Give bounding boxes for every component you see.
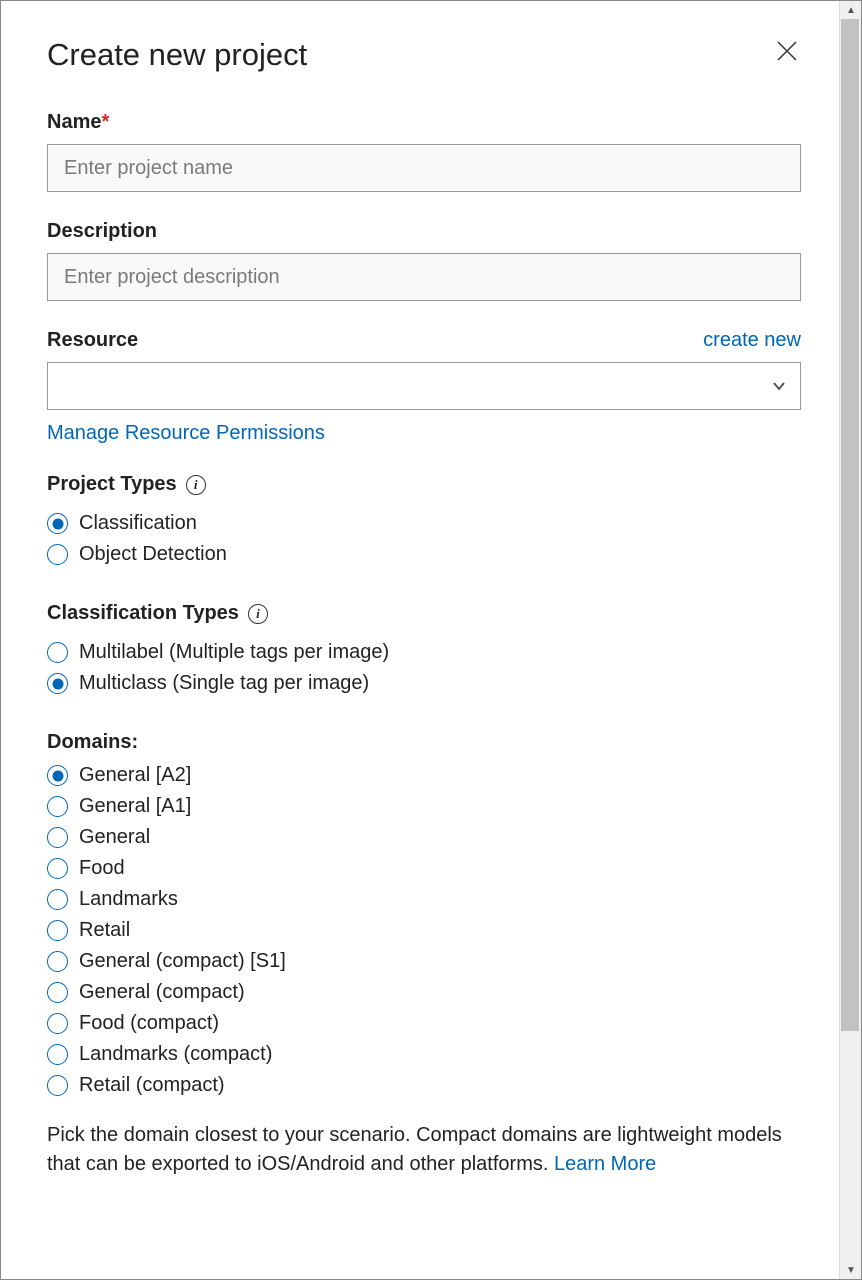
radio-icon: [47, 765, 68, 786]
project-types-label: Project Types i: [47, 473, 206, 496]
name-label: Name*: [47, 111, 801, 134]
radio-icon: [47, 796, 68, 817]
domains-label: Domains:: [47, 731, 138, 754]
domains-help-text-body: Pick the domain closest to your scenario…: [47, 1124, 782, 1175]
project-types-label-text: Project Types: [47, 473, 177, 496]
name-input[interactable]: [47, 144, 801, 192]
radio-label: Retail (compact): [79, 1074, 225, 1097]
domain-food-compact[interactable]: Food (compact): [47, 1012, 801, 1035]
radio-icon: [47, 1013, 68, 1034]
learn-more-link[interactable]: Learn More: [554, 1153, 656, 1175]
resource-label-row: Resource create new: [47, 329, 801, 352]
radio-icon: [47, 827, 68, 848]
radio-icon: [47, 513, 68, 534]
classification-types-label: Classification Types i: [47, 602, 268, 625]
domain-landmarks-compact[interactable]: Landmarks (compact): [47, 1043, 801, 1066]
radio-icon: [47, 642, 68, 663]
radio-icon: [47, 1075, 68, 1096]
domain-food[interactable]: Food: [47, 857, 801, 880]
project-type-classification[interactable]: Classification: [47, 512, 801, 535]
radio-icon: [47, 889, 68, 910]
close-icon: [775, 39, 799, 63]
create-project-dialog: Create new project Name* Description Res…: [9, 1, 839, 1279]
classification-types-label-text: Classification Types: [47, 602, 239, 625]
resource-select[interactable]: [47, 362, 801, 410]
radio-label: General: [79, 826, 150, 849]
vertical-scrollbar[interactable]: ▲ ▼: [839, 1, 861, 1279]
classification-types-section: Classification Types i Multilabel (Multi…: [47, 602, 801, 695]
info-icon[interactable]: i: [248, 604, 268, 624]
radio-label: Landmarks (compact): [79, 1043, 272, 1066]
chevron-down-icon: [772, 379, 786, 393]
scroll-thumb[interactable]: [841, 19, 859, 1031]
domain-retail-compact[interactable]: Retail (compact): [47, 1074, 801, 1097]
resource-label: Resource: [47, 329, 138, 352]
radio-icon: [47, 951, 68, 972]
radio-label: General [A2]: [79, 764, 191, 787]
radio-label: Object Detection: [79, 543, 227, 566]
domain-general-a2[interactable]: General [A2]: [47, 764, 801, 787]
radio-label: Multiclass (Single tag per image): [79, 672, 369, 695]
project-type-object-detection[interactable]: Object Detection: [47, 543, 801, 566]
name-label-text: Name: [47, 111, 101, 133]
radio-icon: [47, 858, 68, 879]
radio-icon: [47, 1044, 68, 1065]
scroll-down-arrow[interactable]: ▼: [840, 1261, 862, 1279]
close-button[interactable]: [773, 37, 801, 65]
radio-label: Food: [79, 857, 125, 880]
domain-landmarks[interactable]: Landmarks: [47, 888, 801, 911]
resource-field-group: Resource create new Manage Resource Perm…: [47, 329, 801, 445]
classification-type-multilabel[interactable]: Multilabel (Multiple tags per image): [47, 641, 801, 664]
radio-label: Multilabel (Multiple tags per image): [79, 641, 389, 664]
radio-label: Landmarks: [79, 888, 178, 911]
radio-icon: [47, 544, 68, 565]
domains-radio-group: General [A2] General [A1] General Food L…: [47, 764, 801, 1097]
create-new-resource-link[interactable]: create new: [703, 329, 801, 352]
required-marker: *: [101, 111, 109, 133]
dialog-header: Create new project: [47, 37, 801, 73]
classification-types-radio-group: Multilabel (Multiple tags per image) Mul…: [47, 641, 801, 695]
domain-general-compact-s1[interactable]: General (compact) [S1]: [47, 950, 801, 973]
radio-label: Food (compact): [79, 1012, 219, 1035]
scroll-up-arrow[interactable]: ▲: [840, 1, 862, 19]
radio-icon: [47, 920, 68, 941]
radio-icon: [47, 982, 68, 1003]
radio-label: General (compact): [79, 981, 245, 1004]
radio-label: General (compact) [S1]: [79, 950, 286, 973]
project-types-section: Project Types i Classification Object De…: [47, 473, 801, 566]
domain-general-a1[interactable]: General [A1]: [47, 795, 801, 818]
manage-resource-permissions-link[interactable]: Manage Resource Permissions: [47, 422, 325, 444]
info-icon[interactable]: i: [186, 475, 206, 495]
description-field-group: Description: [47, 220, 801, 301]
description-label: Description: [47, 220, 801, 243]
dialog-title: Create new project: [47, 37, 307, 73]
radio-label: Classification: [79, 512, 197, 535]
radio-label: General [A1]: [79, 795, 191, 818]
project-types-radio-group: Classification Object Detection: [47, 512, 801, 566]
description-input[interactable]: [47, 253, 801, 301]
radio-label: Retail: [79, 919, 130, 942]
domain-general[interactable]: General: [47, 826, 801, 849]
domains-help-text: Pick the domain closest to your scenario…: [47, 1121, 801, 1179]
domain-general-compact[interactable]: General (compact): [47, 981, 801, 1004]
name-field-group: Name*: [47, 111, 801, 192]
domain-retail[interactable]: Retail: [47, 919, 801, 942]
domains-section: Domains: General [A2] General [A1] Gener…: [47, 731, 801, 1179]
radio-icon: [47, 673, 68, 694]
classification-type-multiclass[interactable]: Multiclass (Single tag per image): [47, 672, 801, 695]
